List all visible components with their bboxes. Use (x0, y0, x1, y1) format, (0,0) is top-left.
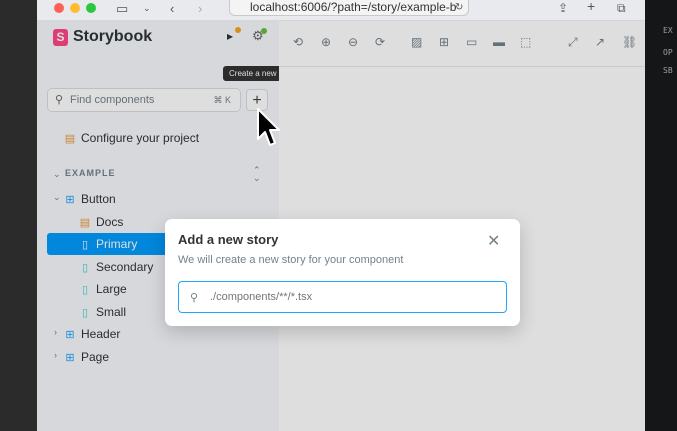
desktop-background (0, 0, 37, 431)
editor-window-edge: EX OP SB (645, 0, 677, 431)
add-story-modal: Add a new story We will create a new sto… (165, 219, 520, 326)
close-window-button[interactable] (54, 3, 64, 13)
component-path-input[interactable] (210, 288, 490, 306)
chevron-down-icon[interactable]: ⌄ (143, 3, 151, 14)
share-icon[interactable]: ⇪ (558, 1, 568, 15)
new-tab-icon[interactable]: + (587, 0, 595, 14)
search-icon: ⚲ (190, 292, 199, 304)
url-text: localhost:6006/?path=/story/example-b (250, 0, 457, 14)
forward-icon[interactable]: › (198, 1, 202, 16)
tab-overview-icon[interactable]: ⧉ (617, 1, 626, 16)
browser-titlebar: ▭ ⌄ ‹ › localhost:6006/?path=/story/exam… (37, 0, 645, 21)
editor-fragment: SB (663, 66, 673, 75)
modal-description: We will create a new story for your comp… (178, 254, 404, 266)
back-icon[interactable]: ‹ (170, 1, 174, 16)
mouse-cursor-icon (256, 107, 282, 154)
address-bar[interactable]: localhost:6006/?path=/story/example-b (229, 0, 469, 16)
sidebar-toggle-icon[interactable]: ▭ (116, 1, 128, 17)
minimize-window-button[interactable] (70, 3, 80, 13)
reload-icon[interactable]: ↻ (455, 2, 463, 13)
close-icon[interactable]: ✕ (487, 234, 500, 250)
editor-fragment: OP (663, 48, 673, 57)
editor-fragment: EX (663, 26, 673, 35)
component-search-field[interactable]: ⚲ (178, 281, 507, 313)
modal-title: Add a new story (178, 232, 279, 247)
maximize-window-button[interactable] (86, 3, 96, 13)
